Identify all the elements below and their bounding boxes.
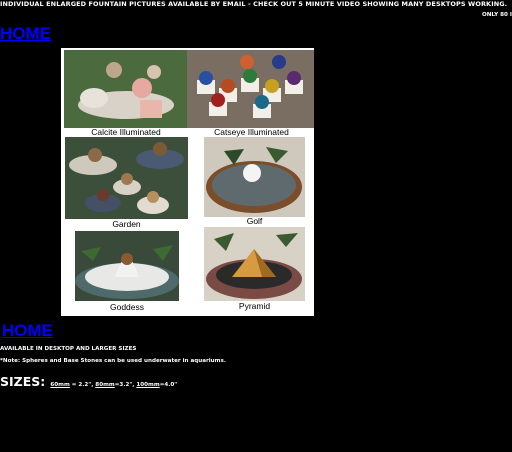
size-60mm-link[interactable]: 60mm: [50, 382, 69, 388]
availability-text: AVAILABLE IN DESKTOP AND LARGER SIZES: [0, 346, 137, 352]
size-60mm-equivalent: = 2.2",: [69, 382, 96, 388]
caption-goddess: Goddess: [109, 302, 145, 312]
size-100mm-link[interactable]: 100mm: [136, 382, 159, 388]
size-80mm-link[interactable]: 80mm: [95, 382, 114, 388]
caption-golf: Golf: [246, 216, 263, 226]
caption-pyramid: Pyramid: [238, 301, 271, 311]
top-banner: INDIVIDUAL ENLARGED FOUNTAIN PICTURES AV…: [0, 0, 508, 8]
calcite-fountain-graphic: [64, 50, 188, 128]
caption-catseye: Catseye Illuminated: [214, 127, 289, 137]
home-link-top[interactable]: HOME: [0, 24, 51, 44]
golf-fountain-graphic: [204, 137, 305, 217]
size-80mm-equivalent: =3.2",: [114, 382, 137, 388]
sizes-values: 60mm = 2.2", 80mm=3.2", 100mm=4.0": [50, 382, 177, 388]
fountain-collage-image: Calcite Illuminated Catseye Illuminated: [61, 48, 314, 316]
garden-fountain-graphic: [65, 137, 188, 219]
caption-calcite: Calcite Illuminated: [91, 127, 161, 137]
catseye-photo: [187, 50, 314, 128]
calcite-photo: [64, 50, 188, 128]
size-100mm-equivalent: =4.0": [159, 382, 178, 388]
garden-photo: [65, 137, 188, 219]
right-note: ONLY 80 I: [482, 12, 512, 18]
catseye-fountain-graphic: [187, 50, 314, 128]
goddess-fountain-graphic: [75, 231, 179, 301]
sizes-label: SIZES:: [0, 374, 46, 389]
goddess-photo: [75, 231, 179, 301]
aquarium-note: *Note: Spheres and Base Stones can be us…: [0, 358, 226, 364]
home-link-bottom[interactable]: HOME: [2, 321, 53, 341]
sizes-line: SIZES: 60mm = 2.2", 80mm=3.2", 100mm=4.0…: [0, 371, 177, 390]
pyramid-fountain-graphic: [204, 227, 305, 301]
pyramid-photo: [204, 227, 305, 301]
caption-garden: Garden: [112, 219, 141, 229]
golf-photo: [204, 137, 305, 217]
